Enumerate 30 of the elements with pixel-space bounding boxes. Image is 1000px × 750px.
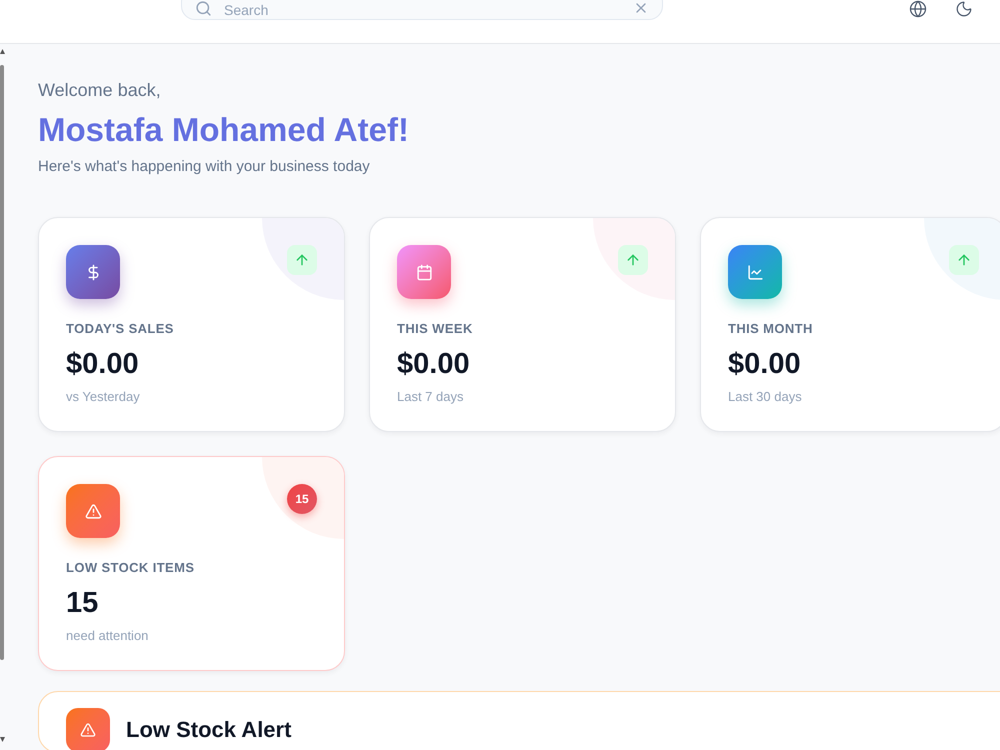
stat-note: Last 7 days [397, 388, 464, 406]
scroll-up-arrow-icon[interactable] [0, 49, 5, 54]
search-field[interactable]: Search [181, 0, 663, 20]
stat-label: LOW STOCK ITEMS [66, 559, 196, 577]
globe-icon[interactable] [909, 0, 927, 18]
welcome-greeting: Welcome back, [38, 79, 162, 102]
stat-note: vs Yesterday [66, 388, 141, 406]
stat-value: $0.00 [728, 347, 802, 381]
warning-icon [66, 484, 120, 538]
stat-label: TODAY'S SALES [66, 320, 175, 338]
line-chart-icon [728, 245, 782, 299]
dollar-icon [66, 245, 120, 299]
trend-up-icon [949, 245, 979, 275]
stat-label: THIS WEEK [397, 320, 474, 338]
panel-title: Low Stock Alert [126, 717, 292, 743]
trend-up-icon [618, 245, 648, 275]
calendar-icon [397, 245, 451, 299]
scroll-down-arrow-icon[interactable] [0, 737, 5, 742]
stat-value: 15 [66, 586, 100, 620]
stat-note: Last 30 days [728, 388, 803, 406]
moon-icon[interactable] [955, 0, 973, 18]
search-icon [195, 0, 212, 17]
trend-up-icon [287, 245, 317, 275]
stat-value: $0.00 [66, 347, 140, 381]
welcome-subtitle: Here's what's happening with your business today [38, 157, 371, 177]
stat-value: $0.00 [397, 347, 471, 381]
stat-note: need attention [66, 627, 150, 645]
scrollbar-thumb[interactable] [0, 65, 4, 660]
user-name-heading: Mostafa Mohamed Atef! [38, 110, 410, 150]
stat-label: THIS MONTH [728, 320, 814, 338]
